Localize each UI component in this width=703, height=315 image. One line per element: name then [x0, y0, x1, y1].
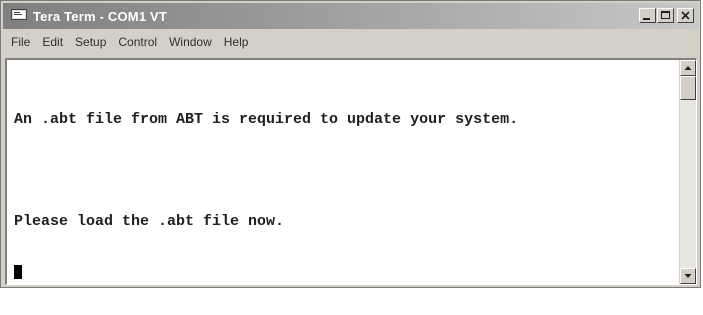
arrow-down-icon [681, 269, 695, 283]
window-controls [638, 8, 694, 23]
terminal-cursor-line [14, 264, 679, 281]
terminal-frame: An .abt file from ABT is required to upd… [5, 58, 697, 285]
menu-control[interactable]: Control [112, 33, 163, 51]
scroll-up-button[interactable] [680, 60, 696, 76]
close-icon [678, 9, 693, 22]
close-button[interactable] [677, 8, 694, 23]
vertical-scrollbar[interactable] [679, 60, 696, 284]
menu-setup[interactable]: Setup [69, 33, 112, 51]
scroll-thumb[interactable] [680, 76, 696, 100]
terminal-line: An .abt file from ABT is required to upd… [14, 111, 519, 128]
terminal-screen[interactable]: An .abt file from ABT is required to upd… [7, 60, 679, 284]
scroll-down-button[interactable] [680, 268, 696, 284]
arrow-up-icon [681, 61, 695, 75]
terminal-line: Please load the .abt file now. [14, 213, 285, 230]
terminal-icon[interactable] [11, 9, 27, 23]
title-bar[interactable]: Tera Term - COM1 VT [3, 3, 698, 29]
tera-term-window: Tera Term - COM1 VT File Edit Setup Cont… [0, 0, 701, 288]
menu-bar: File Edit Setup Control Window Help [3, 31, 698, 53]
maximize-button[interactable] [657, 8, 674, 23]
menu-help[interactable]: Help [218, 33, 255, 51]
minimize-icon [640, 9, 655, 22]
window-title: Tera Term - COM1 VT [33, 8, 168, 24]
maximize-icon [658, 9, 673, 22]
minimize-button[interactable] [639, 8, 656, 23]
menu-file[interactable]: File [3, 33, 36, 51]
text-cursor [14, 265, 22, 280]
menu-edit[interactable]: Edit [36, 33, 69, 51]
menu-window[interactable]: Window [163, 33, 218, 51]
